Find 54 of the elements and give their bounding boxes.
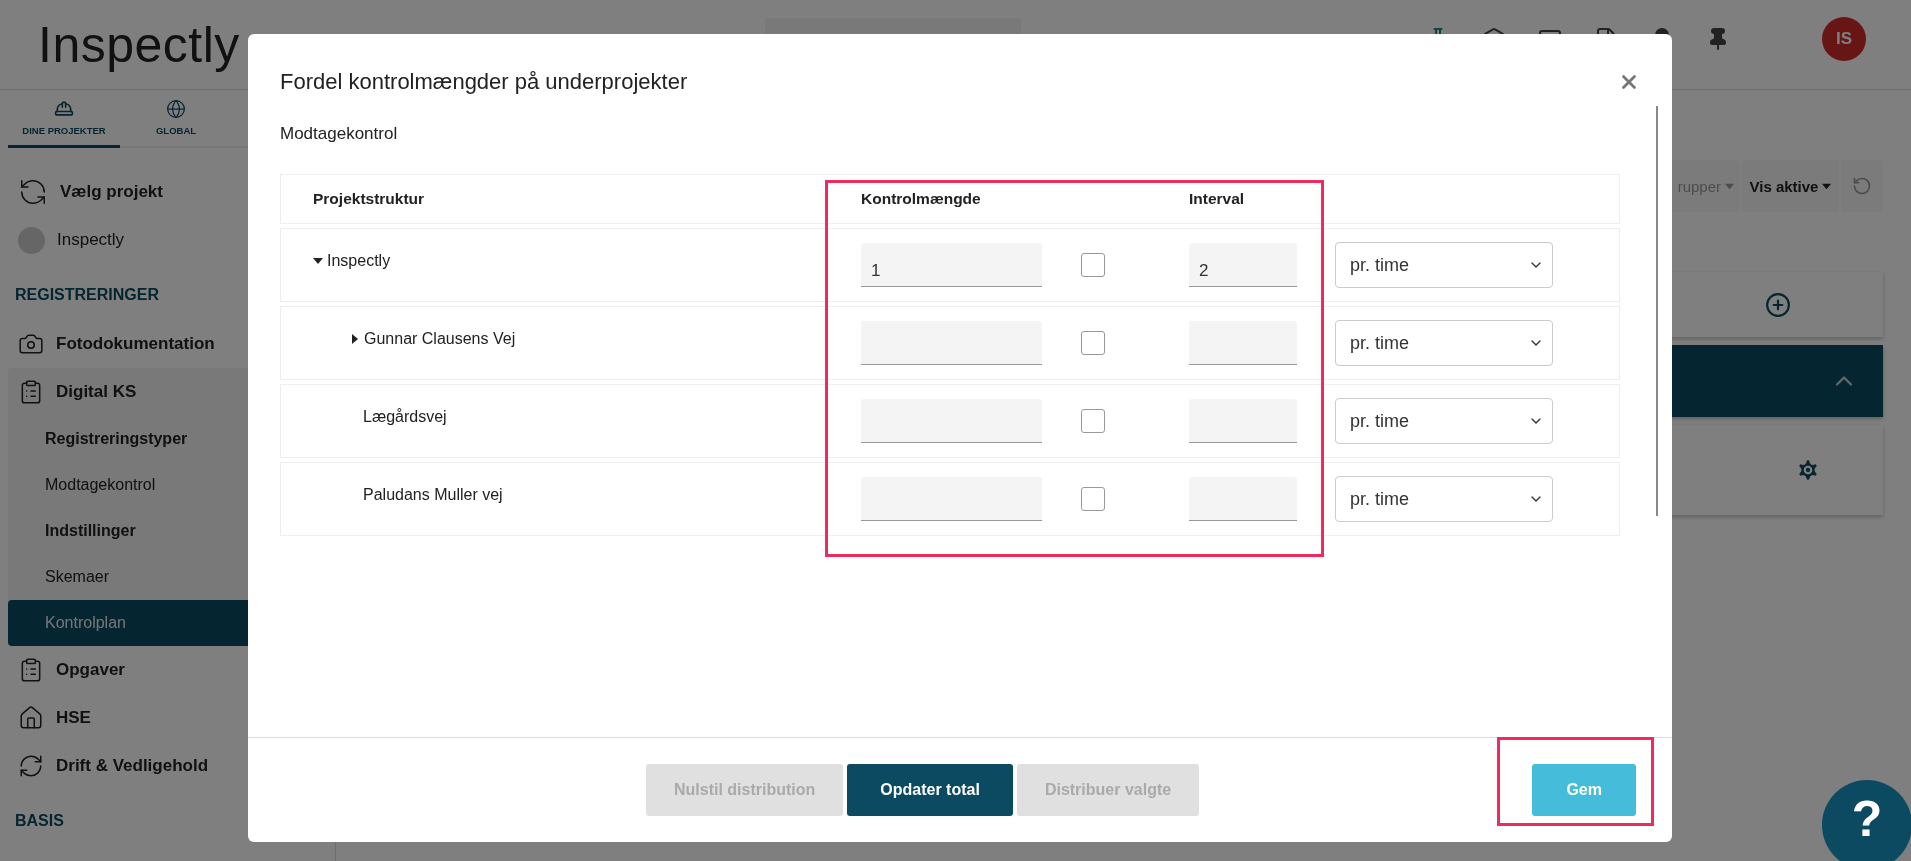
project-name: Gunnar Clausens Vej <box>364 330 516 348</box>
caret-icon[interactable] <box>313 256 323 266</box>
column-header: Interval <box>1189 190 1246 208</box>
add-icon <box>1765 291 1791 318</box>
section-heading: REGISTRERINGER <box>14 285 160 305</box>
project-avatar <box>18 226 45 254</box>
unit-select[interactable]: pr. time <box>1335 320 1553 366</box>
nav-item[interactable]: Drift & Vedligehold <box>8 742 335 790</box>
reset-icon <box>1852 176 1872 196</box>
nav-tab[interactable]: DINE PROJEKTER <box>8 90 120 148</box>
section-heading: BASIS <box>14 811 65 831</box>
checkbox[interactable] <box>1081 331 1105 355</box>
checkbox[interactable] <box>1081 253 1105 277</box>
amount-field[interactable]: 1 <box>861 243 1042 287</box>
interval-field[interactable] <box>1189 321 1297 365</box>
nav-item[interactable]: Digital KS <box>8 368 335 416</box>
dialog-title: Fordel kontrolmængder på underprojekter <box>280 69 688 95</box>
checkbox[interactable] <box>1081 409 1105 433</box>
globe-icon <box>166 99 186 119</box>
column-header: Projektstruktur <box>313 190 426 208</box>
unit-select[interactable]: pr. time <box>1335 476 1553 522</box>
sync-icon <box>18 753 44 779</box>
dialog-subtitle: Modtagekontrol <box>280 124 399 144</box>
project-name: Paludans Muller vej <box>363 486 503 504</box>
interval-field[interactable]: 2 <box>1189 243 1297 287</box>
action-button[interactable]: Opdater total <box>847 764 1013 816</box>
reset-button[interactable] <box>1841 160 1883 212</box>
nav-item[interactable]: Opgaver <box>8 646 335 694</box>
interval-field[interactable] <box>1189 477 1297 521</box>
unit-select[interactable]: pr. time <box>1335 398 1553 444</box>
user-avatar[interactable]: IS <box>1822 16 1866 61</box>
project-name: Inspectly <box>327 252 391 270</box>
nav-item[interactable]: HSE <box>8 694 335 742</box>
amount-field[interactable] <box>861 399 1042 443</box>
interval-field[interactable] <box>1189 399 1297 443</box>
nav-item[interactable]: Fotodokumentation <box>8 320 335 368</box>
help-button[interactable]: ? <box>1822 780 1911 861</box>
column-header: Kontrolmængde <box>861 190 982 208</box>
caret-icon <box>1822 181 1832 191</box>
hard-hat-icon <box>54 99 74 119</box>
nav-subheading: Registreringstyper <box>44 429 189 449</box>
project-name: Lægårdsvej <box>363 408 447 426</box>
caret-icon <box>1725 181 1734 191</box>
nav-tab[interactable]: GLOBAL <box>120 90 232 148</box>
refresh-icon <box>18 177 48 207</box>
nav-subheading: Indstillinger <box>44 521 137 541</box>
house-icon <box>18 705 44 731</box>
caret-icon[interactable] <box>350 334 360 344</box>
amount-field[interactable] <box>861 477 1042 521</box>
checkbox[interactable] <box>1081 487 1105 511</box>
scrollbar[interactable] <box>1656 106 1658 516</box>
unit-select[interactable]: pr. time <box>1335 242 1553 288</box>
amount-field[interactable] <box>861 321 1042 365</box>
filter-dropdown[interactable]: Vis aktive <box>1742 160 1839 212</box>
